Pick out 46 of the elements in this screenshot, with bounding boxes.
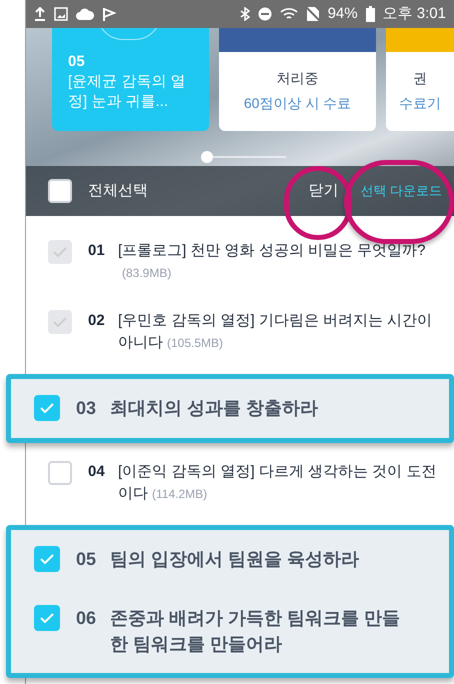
checkbox[interactable]	[48, 461, 72, 485]
lesson-title: 팀의 입장에서 팀원을 육성하라	[110, 548, 360, 571]
lesson-number: 06	[76, 607, 98, 630]
check-icon	[53, 317, 67, 327]
status-note: 수료기	[399, 94, 441, 114]
download-selected-button[interactable]: 선택 다운로드	[360, 181, 442, 201]
battery-icon	[366, 6, 375, 22]
no-sim-icon	[306, 6, 320, 22]
lesson-title: [프롤로그] 천만 영화 성공의 비밀은 무엇일까? (83.9MB)	[118, 241, 427, 282]
battery-percent: 94%	[328, 4, 358, 24]
select-all-label[interactable]: 전체선택	[88, 180, 308, 202]
lesson-number: 05	[68, 52, 86, 72]
clock: 오후 3:01	[382, 4, 446, 24]
lesson-number: 02	[88, 311, 106, 331]
checkbox[interactable]	[34, 395, 60, 421]
lesson-title: [이준익 감독의 열정] 다르게 생각하는 것이 도전이다 (114.2MB)	[118, 462, 438, 504]
lesson-row[interactable]: 04 [이준익 감독의 열정] 다르게 생각하는 것이 도전이다 (114.2MB)	[26, 449, 454, 519]
lesson-row[interactable]: 05 팀의 입장에서 팀원을 육성하라	[11, 540, 449, 579]
lesson-row[interactable]: 06 존중과 배려가 가득한 팀워크를 만들 한 팀워크를 만들어라	[11, 599, 449, 663]
upload-icon	[34, 6, 46, 21]
checkbox[interactable]	[34, 546, 60, 572]
check-icon	[40, 554, 54, 564]
check-icon	[53, 247, 67, 257]
lesson-row[interactable]: 03 최대치의 성과를 창출하라	[11, 389, 449, 428]
status-note: 60점이상 시 수료	[244, 94, 352, 114]
close-button[interactable]: 닫기	[308, 180, 338, 202]
wifi-icon	[280, 6, 298, 21]
bluetooth-icon	[240, 6, 250, 21]
lesson-number: 05	[76, 548, 98, 571]
cloud-icon	[76, 6, 94, 21]
checkbox[interactable]	[34, 605, 60, 631]
check-icon	[40, 613, 54, 623]
lesson-title: [윤제균 감독의 열정] 눈과 귀를...	[68, 72, 187, 112]
status-label: 권	[413, 69, 427, 88]
checkbox[interactable]	[48, 179, 72, 203]
lesson-number: 01	[88, 241, 106, 261]
do-not-disturb-icon	[258, 6, 272, 21]
lesson-title: 존중과 배려가 가득한 팀워크를 만들 한 팀워크를 만들어라	[110, 607, 402, 656]
status-label: 처리중	[276, 69, 318, 88]
check-icon	[40, 403, 54, 413]
lesson-number: 04	[88, 462, 106, 482]
lesson-title: [우민호 감독의 열정] 기다림은 버려지는 시간이 아니다 (105.5MB)	[118, 311, 434, 353]
flag-icon	[102, 6, 116, 21]
lesson-title: 최대치의 성과를 창출하라	[110, 397, 320, 420]
image-icon	[54, 6, 68, 21]
lesson-number: 03	[76, 397, 98, 420]
